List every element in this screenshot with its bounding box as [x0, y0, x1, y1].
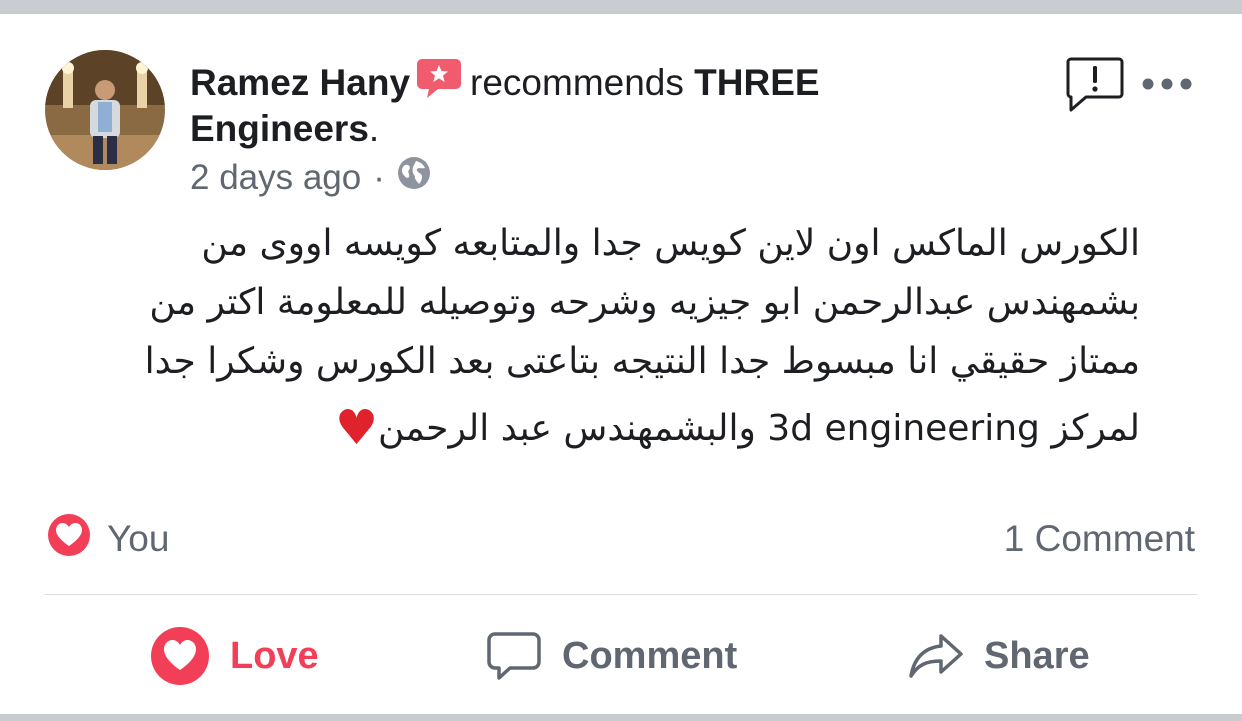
page-name-line1[interactable]: THREE	[694, 62, 819, 103]
post-text-line: لمركز 3d engineering والبشمهندس عبد الرح…	[377, 408, 1140, 449]
report-post-button[interactable]	[1066, 56, 1124, 112]
recommendation-icon	[416, 57, 462, 108]
share-icon	[908, 630, 964, 682]
post-text-line-last: لمركز 3d engineering والبشمهندس عبد الرح…	[40, 399, 1140, 458]
post-card: Ramez Hany recommends THREE Engineers. 2 …	[0, 14, 1242, 714]
share-label: Share	[984, 634, 1090, 677]
love-button[interactable]: Love	[150, 626, 319, 686]
love-reaction-icon	[45, 511, 93, 568]
post-header: Ramez Hany recommends THREE Engineers.	[190, 57, 1050, 150]
comment-label: Comment	[562, 634, 738, 677]
post-timestamp[interactable]: 2 days ago	[190, 158, 361, 198]
avatar[interactable]	[45, 50, 165, 170]
post-meta: 2 days ago ·	[190, 156, 431, 199]
divider	[45, 594, 1197, 595]
reaction-summary: You 1 Comment	[45, 511, 1195, 564]
love-label: Love	[230, 634, 319, 677]
recommends-text: recommends	[470, 62, 684, 103]
heart-emoji: ♥	[334, 400, 378, 456]
love-icon	[150, 626, 210, 686]
author-name[interactable]: Ramez Hany	[190, 62, 410, 103]
reactor-name: You	[107, 518, 170, 559]
post-text-line: الكورس الماكس اون لاين كويس جدا والمتابع…	[201, 223, 1140, 264]
post-body: الكورس الماكس اون لاين كويس جدا والمتابع…	[40, 214, 1140, 458]
post-text-line: ممتاز حقيقي انا مبسوط جدا النتيجه بتاعتى…	[144, 341, 1140, 382]
share-button[interactable]: Share	[908, 626, 1090, 686]
reactors[interactable]: You	[45, 511, 169, 568]
more-options-icon[interactable]	[1140, 72, 1194, 96]
header-period: .	[368, 108, 380, 149]
comment-button[interactable]: Comment	[486, 626, 737, 686]
post-text-line: بشمهندس عبدالرحمن ابو جيزيه وشرحه وتوصيل…	[149, 282, 1140, 323]
page-name-line2[interactable]: Engineers	[190, 108, 369, 149]
meta-separator: ·	[373, 157, 385, 197]
comment-icon	[486, 628, 542, 684]
comment-count[interactable]: 1 Comment	[1004, 518, 1195, 560]
globe-icon	[397, 156, 431, 199]
